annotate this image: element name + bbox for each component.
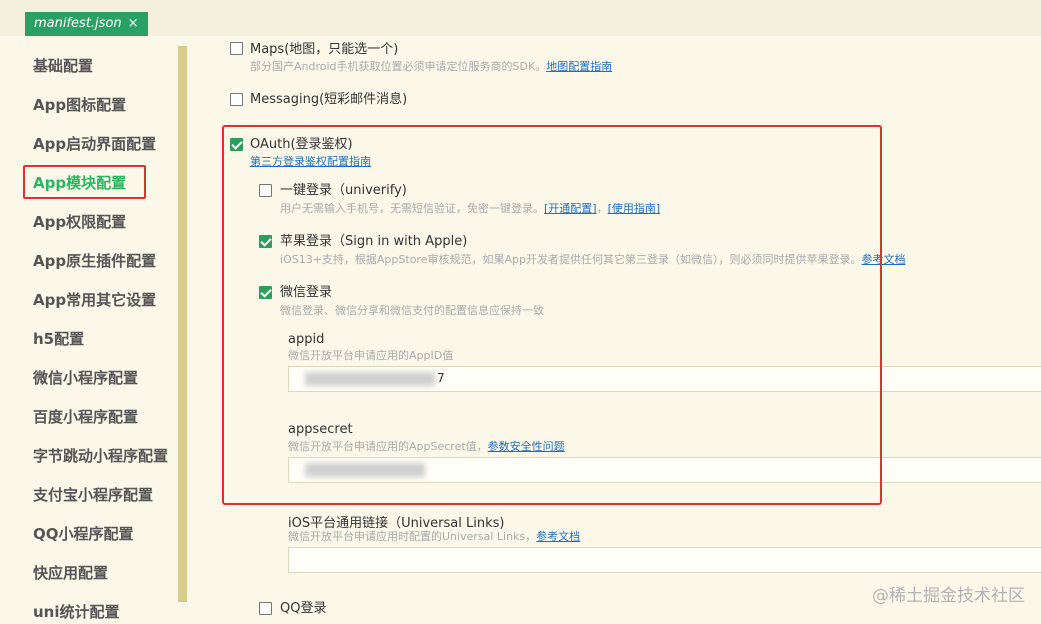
messaging-checkbox[interactable] [230,93,243,106]
universal-links-label: iOS平台通用链接（Universal Links) [288,516,505,531]
sidebar-scrollbar[interactable] [178,46,187,602]
sidebar: 基础配置 App图标配置 App启动界面配置 App模块配置 App权限配置 A… [0,36,190,624]
universal-links-desc-text: 微信开放平台申请应用时配置的Universal Links， [288,530,537,543]
sidebar-item-app-permissions[interactable]: App权限配置 [33,212,126,232]
oauth-highlight-box [222,125,882,505]
sidebar-item-bytedance-mp[interactable]: 字节跳动小程序配置 [33,446,168,466]
maps-guide-link[interactable]: 地图配置指南 [546,60,612,73]
sidebar-item-qq-mp[interactable]: QQ小程序配置 [33,524,134,544]
universal-links-input[interactable] [288,547,1041,573]
tab-title: manifest.json [34,16,122,31]
sidebar-item-uni-stat[interactable]: uni统计配置 [33,602,120,622]
universal-links-doc-link[interactable]: 参考文档 [536,530,580,543]
qq-label: QQ登录 [280,601,327,616]
close-icon[interactable]: × [128,16,139,31]
qq-checkbox[interactable] [259,602,272,615]
sidebar-item-app-native-plugins[interactable]: App原生插件配置 [33,251,156,271]
tab-manifest-json[interactable]: manifest.json × [25,12,148,36]
maps-desc-text: 部分国产Android手机获取位置必须申请定位服务商的SDK。 [250,60,547,73]
maps-checkbox[interactable] [230,42,243,55]
sidebar-item-app-splash[interactable]: App启动界面配置 [33,134,156,154]
sidebar-item-quickapp[interactable]: 快应用配置 [33,563,108,583]
active-item-highlight [23,165,146,199]
sidebar-item-basic[interactable]: 基础配置 [33,56,93,76]
sidebar-item-h5[interactable]: h5配置 [33,329,84,349]
tab-strip: manifest.json × [0,0,1041,36]
module-settings-panel: Maps(地图，只能选一个) 部分国产Android手机获取位置必须申请定位服务… [190,36,1041,624]
universal-links-desc: 微信开放平台申请应用时配置的Universal Links，参考文档 [288,530,580,544]
sidebar-item-app-other-settings[interactable]: App常用其它设置 [33,290,156,310]
sidebar-item-app-icon[interactable]: App图标配置 [33,95,126,115]
maps-desc: 部分国产Android手机获取位置必须申请定位服务商的SDK。地图配置指南 [250,60,612,74]
sidebar-item-weixin-mp[interactable]: 微信小程序配置 [33,368,138,388]
maps-label: Maps(地图，只能选一个) [250,42,399,57]
watermark: @稀土掘金技术社区 [872,586,1025,606]
sidebar-item-alipay-mp[interactable]: 支付宝小程序配置 [33,485,153,505]
sidebar-item-baidu-mp[interactable]: 百度小程序配置 [33,407,138,427]
messaging-label: Messaging(短彩邮件消息) [250,92,408,107]
